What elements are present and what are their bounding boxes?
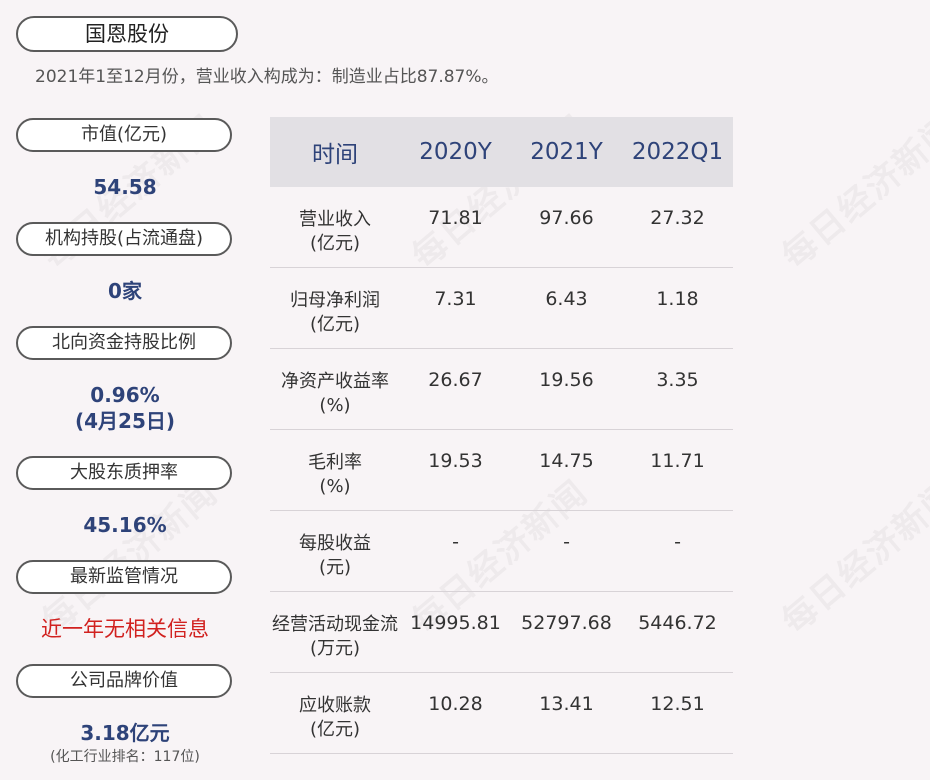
institution-holding-value: 0家	[108, 279, 142, 303]
table-cell: 12.51	[650, 693, 705, 715]
institution-holding-label: 机构持股(占流通盘)	[16, 222, 232, 256]
header-2020y: 2020Y	[419, 139, 492, 165]
watermark: 每日经济新闻	[774, 107, 930, 277]
northbound-holding-label: 北向资金持股比例	[16, 326, 232, 360]
table-cell: -	[563, 531, 570, 553]
company-title: 国恩股份	[16, 16, 238, 52]
pledge-rate-label: 大股东质押率	[16, 456, 232, 490]
brand-value-value: 3.18亿元	[80, 721, 170, 745]
table-row: 经营活动现金流 (万元) 14995.81 52797.68 5446.72	[270, 592, 733, 673]
header-2021y: 2021Y	[530, 139, 603, 165]
table-cell: 11.71	[650, 450, 705, 472]
market-cap-label: 市值(亿元)	[16, 118, 232, 152]
table-cell: -	[674, 531, 681, 553]
table-cell: 14995.81	[410, 612, 501, 634]
table-cell: 19.56	[539, 369, 594, 391]
regulation-label: 最新监管情况	[16, 560, 232, 594]
table-header: 时间 2020Y 2021Y 2022Q1	[270, 117, 733, 187]
table-cell: -	[452, 531, 459, 553]
table-cell: 6.43	[545, 288, 588, 310]
table-cell: 14.75	[539, 450, 594, 472]
table-row: 净资产收益率 (%) 26.67 19.56 3.35	[270, 349, 733, 430]
table-cell: 97.66	[539, 207, 594, 229]
table-cell: 7.31	[434, 288, 477, 310]
table-cell: 26.67	[428, 369, 483, 391]
table-cell: 27.32	[650, 207, 705, 229]
table-cell: 19.53	[428, 450, 483, 472]
row-label: 经营活动现金流 (万元)	[272, 614, 398, 659]
revenue-composition-note: 2021年1至12月份，营业收入构成为：制造业占比87.87%。	[35, 67, 499, 87]
watermark: 每日经济新闻	[774, 472, 930, 642]
table-cell: 1.18	[656, 288, 699, 310]
table-cell: 71.81	[428, 207, 483, 229]
table-row: 每股收益 (元) - - -	[270, 511, 733, 592]
regulation-value: 近一年无相关信息	[41, 617, 209, 641]
table-cell: 13.41	[539, 693, 594, 715]
row-label: 归母净利润 (亿元)	[290, 290, 380, 335]
pledge-rate-value: 45.16%	[83, 513, 167, 537]
header-2022q1: 2022Q1	[631, 139, 724, 165]
table-cell: 5446.72	[638, 612, 717, 634]
header-time: 时间	[312, 142, 358, 168]
row-label: 应收账款 (亿元)	[299, 695, 371, 740]
table-row: 归母净利润 (亿元) 7.31 6.43 1.18	[270, 268, 733, 349]
brand-rank-note: (化工行业排名：117位)	[50, 749, 200, 765]
financial-table: 时间 2020Y 2021Y 2022Q1 营业收入 (亿元) 71.81 97.…	[270, 117, 733, 754]
brand-value-label: 公司品牌价值	[16, 664, 232, 698]
table-cell: 3.35	[656, 369, 699, 391]
table-row: 营业收入 (亿元) 71.81 97.66 27.32	[270, 187, 733, 268]
row-label: 净资产收益率 (%)	[281, 371, 389, 416]
table-cell: 52797.68	[521, 612, 612, 634]
northbound-holding-value: 0.96%	[90, 383, 160, 407]
row-label: 毛利率 (%)	[308, 452, 362, 497]
northbound-holding-date: (4月25日)	[74, 409, 176, 433]
row-label: 营业收入 (亿元)	[299, 209, 371, 254]
table-row: 毛利率 (%) 19.53 14.75 11.71	[270, 430, 733, 511]
market-cap-value: 54.58	[93, 175, 157, 199]
table-row: 应收账款 (亿元) 10.28 13.41 12.51	[270, 673, 733, 754]
row-label: 每股收益 (元)	[299, 533, 371, 578]
table-cell: 10.28	[428, 693, 483, 715]
